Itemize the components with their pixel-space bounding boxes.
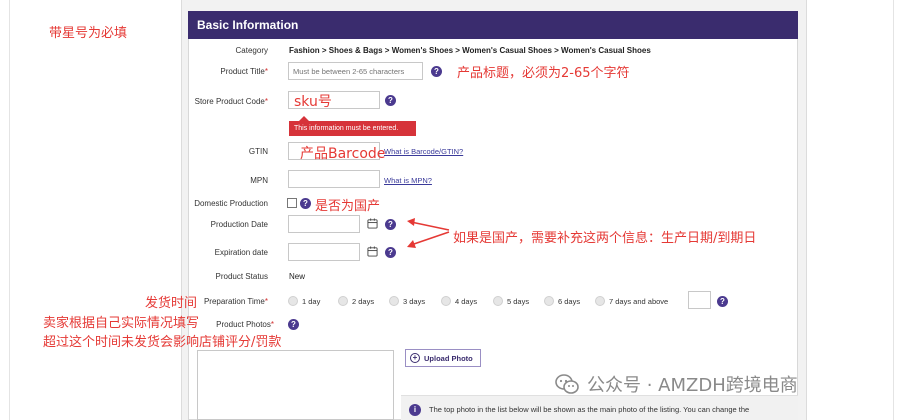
annotation-dates-note: 如果是国产，需要补充这两个信息：生产日期/到期日 (453, 231, 757, 246)
product-status-label: Product Status (215, 272, 268, 281)
domestic-production-label: Domestic Production (194, 199, 268, 208)
wechat-icon (555, 374, 579, 394)
prep-days-custom-input[interactable] (688, 291, 711, 309)
annotation-barcode-note: 产品Barcode (300, 146, 386, 162)
page-border-right (893, 0, 894, 420)
photo-info-text: The top photo in the list below will be … (429, 405, 750, 414)
prep-option-4-days[interactable]: 4 days (441, 296, 477, 306)
annotation-required-note: 带星号为必填 (49, 26, 128, 41)
prep-option-6-days[interactable]: 6 days (544, 296, 580, 306)
gtin-label: GTIN (248, 147, 268, 156)
annotation-sku-note: sku号 (294, 94, 332, 110)
photo-drop-area[interactable] (197, 350, 394, 420)
production-date-help-icon[interactable]: ? (385, 219, 396, 230)
product-title-help-icon[interactable]: ? (431, 66, 442, 77)
mpn-label: MPN (250, 176, 268, 185)
store-product-code-label: Store Product Code* (194, 97, 268, 106)
expiration-date-input[interactable] (288, 243, 360, 261)
annotation-arrows (407, 218, 450, 248)
mpn-help-link[interactable]: What is MPN? (384, 176, 432, 185)
info-icon: i (409, 404, 421, 416)
preparation-time-help-icon[interactable]: ? (717, 296, 728, 307)
production-date-input[interactable] (288, 215, 360, 233)
expiration-date-label: Expiration date (214, 248, 268, 257)
annotation-title-note: 产品标题，必须为2-65个字符 (457, 66, 630, 81)
domestic-production-checkbox[interactable] (287, 198, 297, 208)
prep-option-3-days[interactable]: 3 days (389, 296, 425, 306)
calendar-icon[interactable] (367, 246, 378, 257)
product-photos-help-icon[interactable]: ? (288, 319, 299, 330)
annotation-shipping-line3: 超过这个时间未发货会影响店铺评分/罚款 (43, 335, 282, 350)
watermark: 公众号 · AMZDH跨境电商 (555, 371, 798, 397)
annotation-domestic-note: 是否为国产 (315, 199, 381, 214)
mpn-input[interactable] (288, 170, 380, 188)
calendar-icon[interactable] (367, 218, 378, 229)
prep-option-5-days[interactable]: 5 days (493, 296, 529, 306)
store-product-code-help-icon[interactable]: ? (385, 95, 396, 106)
sku-error-tooltip: This information must be entered. (289, 116, 416, 136)
product-title-label: Product Title* (220, 67, 268, 76)
category-label: Category (235, 46, 268, 55)
domestic-production-help-icon[interactable]: ? (300, 198, 311, 209)
section-header: Basic Information (188, 11, 798, 39)
page: Basic Information Category Fashion > Sho… (0, 0, 908, 420)
annotation-shipping-title: 发货时间 (145, 296, 198, 311)
category-value: Fashion > Shoes & Bags > Women's Shoes >… (289, 46, 651, 55)
upload-photo-button[interactable]: + Upload Photo (405, 349, 481, 367)
gtin-help-link[interactable]: What is Barcode/GTIN? (384, 147, 463, 156)
product-title-input[interactable] (288, 62, 423, 80)
prep-option-7-days-above[interactable]: 7 days and above (595, 296, 668, 306)
annotation-shipping-line2: 卖家根据自己实际情况填写 (43, 316, 200, 331)
product-status-value: New (289, 272, 306, 281)
expiration-date-help-icon[interactable]: ? (385, 247, 396, 258)
production-date-label: Production Date (210, 220, 268, 229)
page-border-left (9, 0, 10, 420)
prep-option-1-day[interactable]: 1 day (288, 296, 320, 306)
prep-option-2-days[interactable]: 2 days (338, 296, 374, 306)
